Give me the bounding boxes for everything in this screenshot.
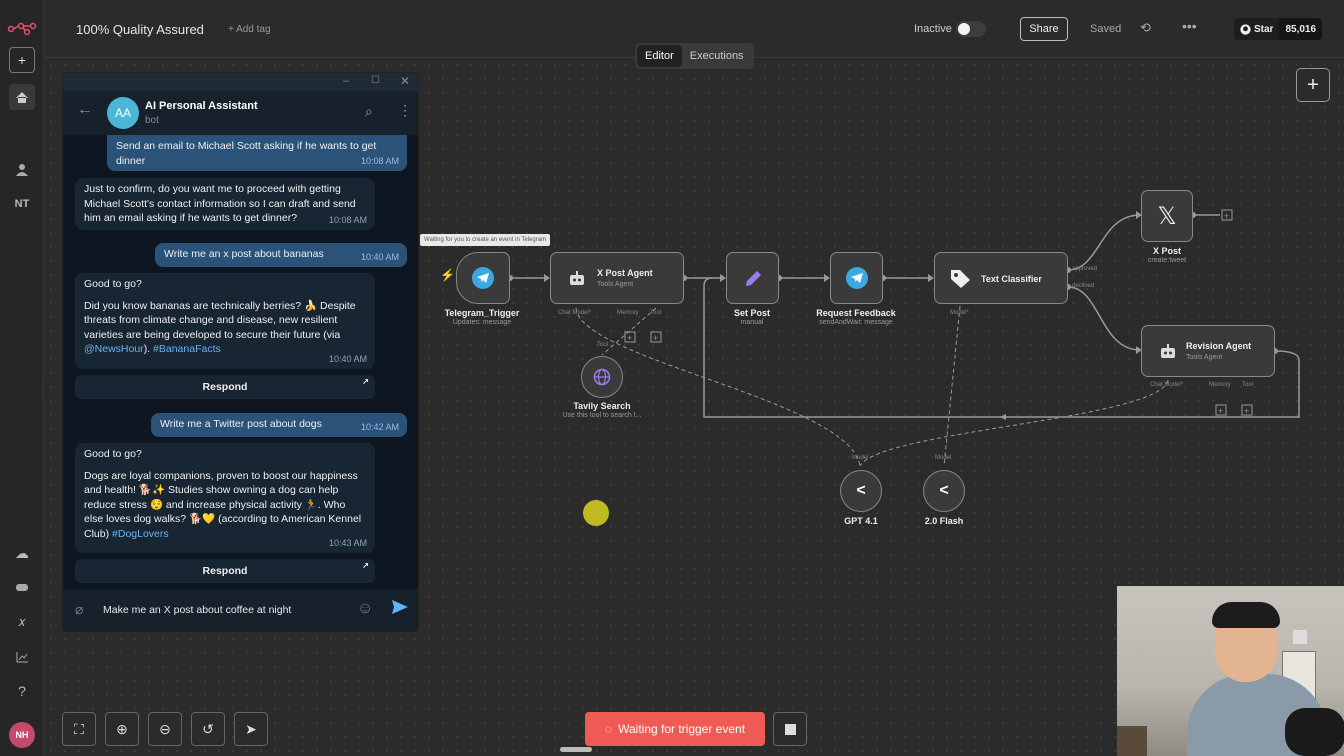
telegram-icon bbox=[846, 267, 868, 289]
flash-port-model: Model bbox=[935, 455, 952, 461]
set-post-sub: manual bbox=[740, 319, 764, 326]
svg-text:+: + bbox=[1224, 211, 1229, 221]
node-gpt41[interactable]: < bbox=[840, 470, 882, 512]
tavily-title: Tavily Search bbox=[573, 401, 631, 411]
bot-avatar[interactable]: AA bbox=[107, 97, 139, 129]
chat-messages[interactable]: Send an email to Michael Scott asking if… bbox=[63, 135, 418, 589]
shelf bbox=[1117, 726, 1147, 756]
chat-header: ← AA AI Personal Assistant bot ⌕ ⋮ bbox=[63, 91, 418, 135]
x-post-sub: create:tweet bbox=[1147, 257, 1187, 264]
back-arrow-icon[interactable]: ← bbox=[77, 101, 93, 119]
mouse-cursor-highlight bbox=[583, 500, 609, 526]
scroll-handle[interactable] bbox=[560, 747, 592, 752]
node-set-post[interactable] bbox=[726, 252, 779, 304]
message-input-text[interactable]: Make me an X post about coffee at night bbox=[103, 604, 291, 616]
message-in: Just to confirm, do you want me to proce… bbox=[75, 178, 375, 230]
close-icon[interactable]: ✕ bbox=[400, 74, 410, 88]
svg-text:+: + bbox=[1218, 406, 1223, 416]
maximize-icon[interactable]: ☐ bbox=[371, 75, 380, 86]
message-input[interactable]: ⌀ Make me an X post about coffee at nigh… bbox=[63, 589, 418, 631]
node-tavily-search[interactable] bbox=[581, 356, 623, 398]
revision-agent-port-tool: Tool bbox=[1242, 382, 1254, 388]
robot-icon bbox=[1158, 342, 1178, 362]
window-titlebar: – ☐ ✕ bbox=[63, 73, 418, 91]
message-out: Write me a Twitter post about dogs 10:42… bbox=[151, 413, 407, 437]
wall-object bbox=[1293, 630, 1307, 644]
revision-agent-sub: Tools Agent bbox=[1186, 354, 1223, 361]
node-request-feedback[interactable] bbox=[830, 252, 883, 304]
node-revision-agent[interactable]: Revision Agent Tools Agent bbox=[1141, 325, 1275, 377]
stop-button[interactable] bbox=[773, 712, 807, 746]
send-icon[interactable] bbox=[391, 598, 409, 621]
node-x-post-agent[interactable]: X Post Agent Tools Agent bbox=[550, 252, 684, 304]
telegram-trigger-title: Telegram_Trigger bbox=[444, 308, 520, 318]
tag-icon bbox=[949, 267, 973, 291]
telegram-trigger-sub: Updates: message bbox=[452, 319, 512, 326]
x-post-agent-port-memory: Memory bbox=[617, 310, 639, 316]
attach-icon[interactable]: ⌀ bbox=[75, 601, 83, 618]
stop-icon bbox=[784, 723, 796, 735]
flash-title: 2.0 Flash bbox=[924, 516, 964, 526]
fit-view-icon[interactable]: ⛶ bbox=[62, 712, 96, 746]
external-link-icon: ↗ bbox=[362, 377, 369, 386]
request-feedback-title: Request Feedback bbox=[816, 308, 896, 318]
telegram-chat-window: – ☐ ✕ ← AA AI Personal Assistant bot ⌕ ⋮… bbox=[62, 72, 419, 632]
revision-agent-title: Revision Agent bbox=[1186, 341, 1252, 351]
x-post-agent-sub: Tools Agent bbox=[597, 281, 634, 288]
microphone bbox=[1285, 708, 1344, 756]
robot-icon bbox=[567, 269, 587, 289]
node-telegram-trigger[interactable] bbox=[456, 252, 510, 304]
tavily-sub: Use this tool to search t... bbox=[562, 412, 642, 419]
trigger-tooltip: Waiting for you to create an event in Te… bbox=[420, 234, 551, 246]
presenter-hair bbox=[1212, 602, 1280, 628]
openrouter-icon: < bbox=[856, 482, 866, 499]
zoom-out-icon[interactable]: ⊖ bbox=[148, 712, 182, 746]
globe-icon bbox=[592, 367, 612, 387]
output-declined: declined bbox=[1072, 283, 1095, 289]
more-vert-icon[interactable]: ⋮ bbox=[398, 102, 412, 119]
zoom-in-icon[interactable]: ⊕ bbox=[105, 712, 139, 746]
x-post-agent-port-chat-model: Chat Model* bbox=[558, 310, 592, 316]
message-out: Write me an x post about bananas 10:40 A… bbox=[155, 243, 407, 267]
presenter-webcam bbox=[1117, 586, 1344, 756]
lightning-icon: ⚡ bbox=[440, 268, 455, 282]
tidy-up-icon[interactable]: ➤ bbox=[234, 712, 268, 746]
message-in: Good to go? Dogs are loyal companions, p… bbox=[75, 443, 375, 553]
message-out: Send an email to Michael Scott asking if… bbox=[107, 135, 407, 171]
revision-agent-port-memory: Memory bbox=[1209, 382, 1231, 388]
pencil-icon bbox=[741, 267, 765, 291]
node-text-classifier[interactable]: Text Classifier bbox=[934, 252, 1068, 304]
x-post-agent-title: X Post Agent bbox=[597, 268, 653, 278]
node-x-post[interactable]: 𝕏 bbox=[1141, 190, 1193, 242]
openrouter-icon: < bbox=[939, 482, 949, 499]
text-classifier-title: Text Classifier bbox=[981, 274, 1042, 284]
revision-agent-port-chat-model: Chat Model* bbox=[1150, 382, 1184, 388]
spinner-icon: ◌ bbox=[604, 722, 613, 736]
reset-zoom-icon[interactable]: ↺ bbox=[191, 712, 225, 746]
waiting-trigger-button[interactable]: ◌ Waiting for trigger event bbox=[585, 712, 765, 746]
respond-button[interactable]: Respond ↗ bbox=[75, 559, 375, 583]
request-feedback-sub: sendAndWait: message bbox=[819, 319, 893, 326]
svg-text:+: + bbox=[1244, 406, 1249, 416]
minimize-icon[interactable]: – bbox=[343, 75, 349, 87]
telegram-icon bbox=[472, 267, 494, 289]
search-icon[interactable]: ⌕ bbox=[365, 103, 373, 120]
gpt41-port-model: Model bbox=[852, 455, 869, 461]
svg-text:+: + bbox=[653, 333, 658, 343]
chat-name[interactable]: AI Personal Assistant bbox=[145, 100, 258, 112]
external-link-icon: ↗ bbox=[362, 561, 369, 570]
tavily-port-tool: Tool bbox=[597, 342, 609, 348]
x-logo-icon: 𝕏 bbox=[1157, 202, 1177, 230]
message-in: Good to go? Did you know bananas are tec… bbox=[75, 273, 375, 369]
x-post-title: X Post bbox=[1152, 246, 1181, 256]
set-post-title: Set Post bbox=[733, 308, 770, 318]
chat-status: bot bbox=[145, 115, 159, 126]
output-approved: approved bbox=[1072, 266, 1098, 272]
emoji-icon[interactable]: ☺ bbox=[357, 600, 373, 618]
svg-text:+: + bbox=[627, 333, 632, 343]
x-post-agent-port-tool: Tool bbox=[650, 310, 662, 316]
respond-button[interactable]: Respond ↗ bbox=[75, 375, 375, 399]
node-flash[interactable]: < bbox=[923, 470, 965, 512]
text-classifier-port-model: Model* bbox=[950, 310, 969, 316]
